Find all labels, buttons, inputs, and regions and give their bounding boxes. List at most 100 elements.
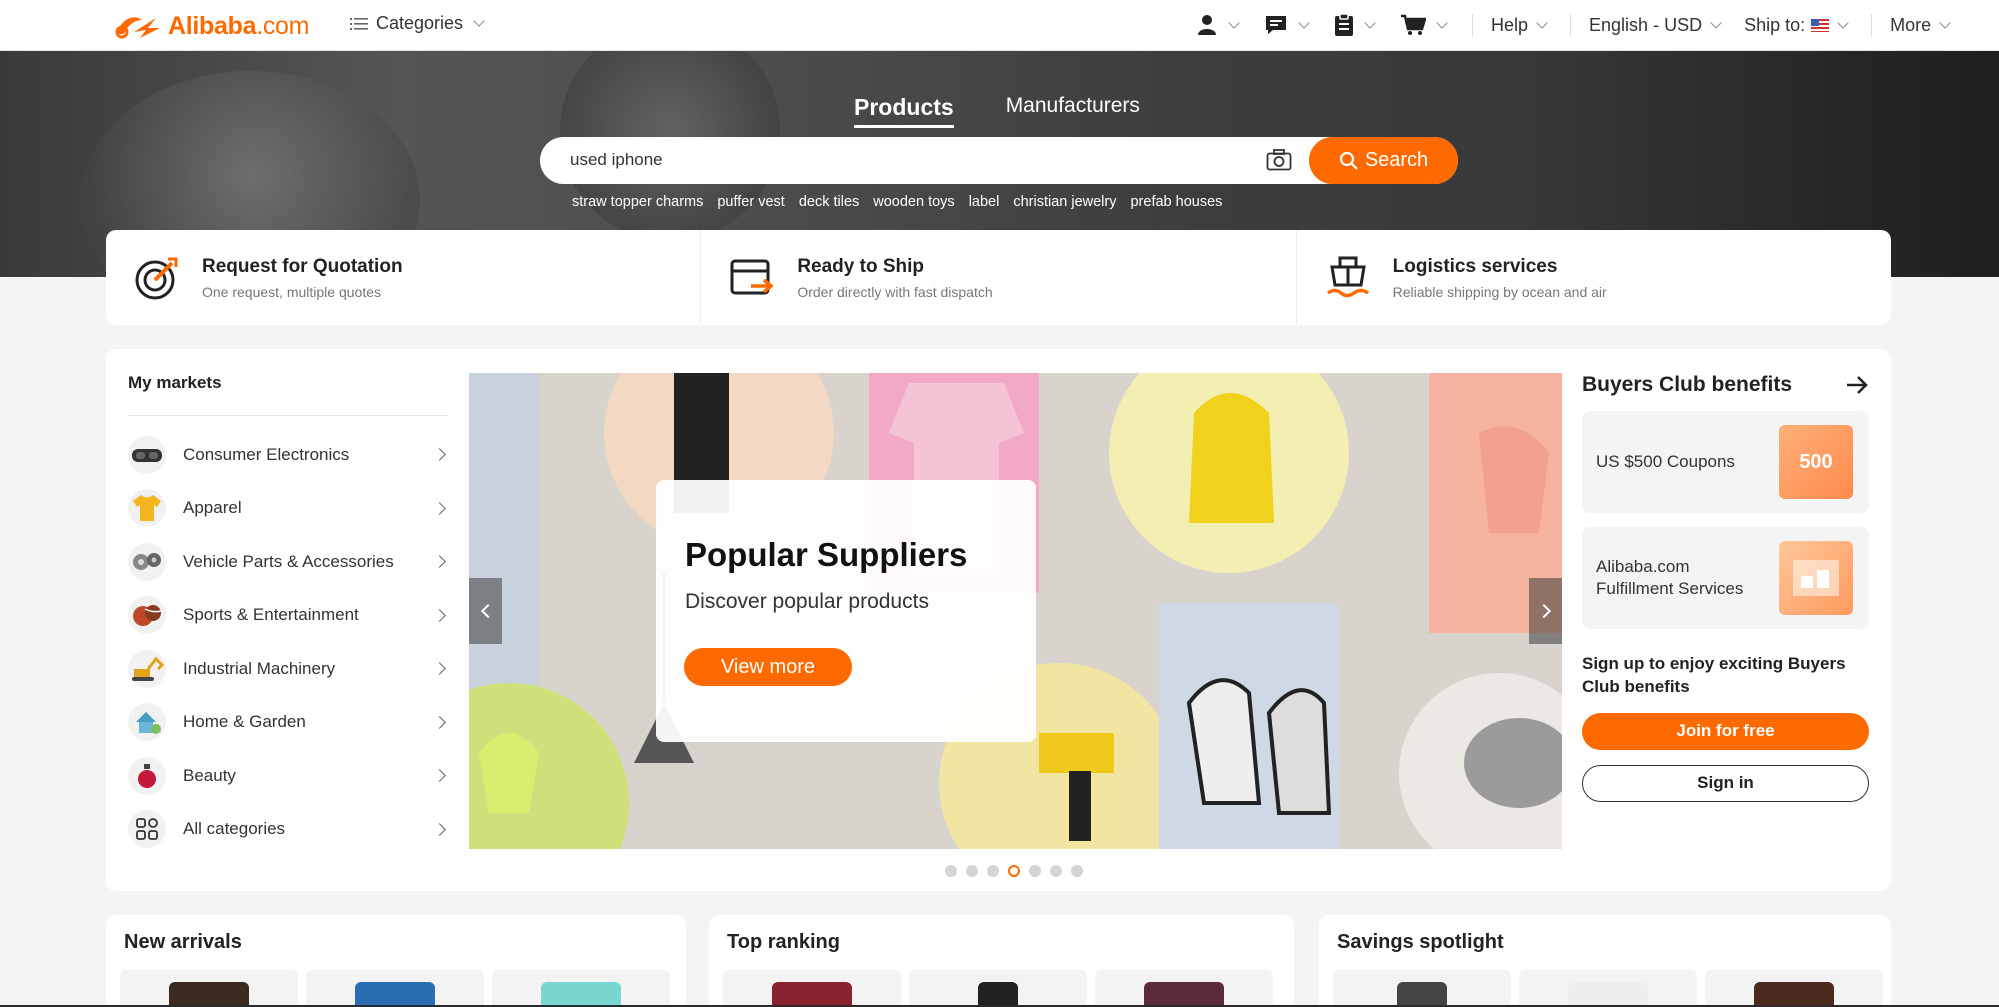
carousel-dot[interactable]: [966, 865, 978, 877]
search-tabs: Products Manufacturers: [854, 94, 1140, 128]
suggestion-link[interactable]: wooden toys: [873, 194, 954, 210]
language-label: English - USD: [1589, 14, 1703, 35]
service-ready-to-ship[interactable]: Ready to Ship Order directly with fast d…: [701, 230, 1297, 325]
carousel-next-button[interactable]: [1529, 578, 1562, 644]
suggestion-link[interactable]: straw topper charms: [572, 194, 703, 210]
message-icon: [1266, 16, 1286, 34]
services-bar: Request for Quotation One request, multi…: [106, 230, 1891, 325]
product-thumbnail[interactable]: [1095, 970, 1273, 1005]
carousel-dot[interactable]: [1050, 865, 1062, 877]
product-thumbnail[interactable]: [120, 970, 298, 1005]
product-thumbnail[interactable]: [909, 970, 1087, 1005]
categories-label: Categories: [376, 13, 464, 33]
service-logistics[interactable]: Logistics services Reliable shipping by …: [1297, 230, 1891, 325]
carousel-dot[interactable]: [1029, 865, 1041, 877]
market-item-apparel[interactable]: Apparel: [128, 482, 448, 536]
alibaba-logo-icon: [115, 17, 160, 39]
grid-icon: [128, 810, 166, 849]
savings-spotlight-section[interactable]: Savings spotlight: [1319, 915, 1891, 1005]
carousel-dot[interactable]: [945, 865, 957, 877]
logo-text: Alibaba.com: [168, 12, 309, 41]
chevron-left-icon: [480, 603, 495, 619]
market-item-all-categories[interactable]: All categories: [128, 803, 448, 857]
product-thumbnail[interactable]: [723, 970, 901, 1005]
coupon-image: 500: [1779, 425, 1853, 499]
buyers-club-header[interactable]: Buyers Club benefits: [1582, 373, 1869, 397]
help-menu[interactable]: Help: [1491, 15, 1548, 36]
market-label: Sports & Entertainment: [183, 605, 359, 625]
market-item-sports-entertainment[interactable]: Sports & Entertainment: [128, 589, 448, 643]
orders-menu[interactable]: [1334, 13, 1376, 37]
product-thumbnail[interactable]: [306, 970, 484, 1005]
carousel-dot[interactable]: [1071, 865, 1083, 877]
top-ranking-section[interactable]: Top ranking: [709, 915, 1294, 1005]
sign-in-button[interactable]: Sign in: [1582, 764, 1869, 802]
fulfillment-card[interactable]: Alibaba.com Fulfillment Services: [1582, 527, 1869, 629]
suggestion-link[interactable]: prefab houses: [1130, 194, 1222, 210]
tab-manufacturers[interactable]: Manufacturers: [1006, 94, 1140, 128]
join-for-free-button[interactable]: Join for free: [1582, 712, 1869, 750]
camera-search-icon[interactable]: [1266, 149, 1292, 171]
coupon-card[interactable]: US $500 Coupons 500: [1582, 411, 1869, 513]
view-more-button[interactable]: View more: [684, 648, 852, 686]
cart-icon: [1401, 14, 1426, 35]
ship-to-menu[interactable]: Ship to:: [1744, 14, 1849, 36]
tab-products[interactable]: Products: [854, 94, 954, 128]
carousel-prev-button[interactable]: [469, 578, 502, 644]
product-thumbnails: [723, 970, 1273, 1005]
search-bar: Search: [540, 137, 1458, 184]
new-arrivals-section[interactable]: New arrivals: [106, 915, 686, 1005]
tshirt-icon: [128, 489, 166, 528]
product-thumbnail[interactable]: [492, 970, 670, 1005]
carousel-dot[interactable]: [987, 865, 999, 877]
chevron-right-icon: [433, 608, 446, 622]
categories-menu[interactable]: Categories: [350, 13, 485, 34]
target-icon: [135, 257, 178, 299]
service-subtitle: One request, multiple quotes: [202, 283, 381, 300]
market-item-home-garden[interactable]: Home & Garden: [128, 696, 448, 750]
user-icon: [1198, 15, 1216, 35]
top-bar: Alibaba.com Categories Help English - US…: [0, 0, 1999, 51]
market-item-beauty[interactable]: Beauty: [128, 749, 448, 803]
search-button[interactable]: Search: [1309, 137, 1458, 184]
coupon-label: US $500 Coupons: [1596, 452, 1735, 471]
messages-menu[interactable]: [1264, 14, 1310, 36]
product-thumbnail[interactable]: [1333, 970, 1511, 1005]
suggestion-link[interactable]: christian jewelry: [1013, 194, 1116, 210]
search-suggestions: straw topper charms puffer vest deck til…: [572, 194, 1222, 210]
warehouse-image: [1779, 541, 1853, 615]
carousel-dot-active[interactable]: [1008, 865, 1020, 877]
account-menu[interactable]: [1196, 14, 1240, 36]
market-item-consumer-electronics[interactable]: Consumer Electronics: [128, 428, 448, 482]
market-item-industrial-machinery[interactable]: Industrial Machinery: [128, 642, 448, 696]
service-title: Ready to Ship: [797, 255, 925, 277]
ship-box-icon: [730, 259, 775, 294]
chevron-down-icon: [1364, 16, 1376, 29]
promo-carousel[interactable]: Popular Suppliers Discover popular produ…: [469, 373, 1562, 849]
product-thumbnails: [120, 970, 670, 1005]
alibaba-logo[interactable]: Alibaba.com: [112, 10, 309, 42]
buyers-club-title: Buyers Club benefits: [1582, 373, 1793, 396]
service-request-for-quotation[interactable]: Request for Quotation One request, multi…: [106, 230, 702, 325]
car-parts-icon: [128, 542, 166, 581]
chevron-right-icon: [433, 555, 446, 568]
cart-menu[interactable]: [1400, 14, 1448, 36]
main-panel: My markets Consumer Electronics Apparel …: [106, 349, 1891, 891]
chevron-down-icon: [1228, 16, 1240, 29]
language-currency-menu[interactable]: English - USD: [1589, 14, 1722, 36]
more-menu[interactable]: More: [1890, 15, 1951, 36]
product-thumbnail[interactable]: [1705, 970, 1883, 1005]
chevron-down-icon: [1298, 16, 1310, 29]
suggestion-link[interactable]: label: [969, 194, 1000, 210]
market-label: Vehicle Parts & Accessories: [183, 551, 394, 571]
market-item-vehicle-parts[interactable]: Vehicle Parts & Accessories: [128, 535, 448, 589]
product-thumbnail[interactable]: [1519, 970, 1697, 1005]
market-label: Beauty: [183, 765, 236, 785]
chevron-down-icon: [1837, 16, 1849, 29]
search-input[interactable]: [570, 145, 1250, 175]
suggestion-link[interactable]: deck tiles: [799, 194, 859, 210]
service-text: Ready to Ship Order directly with fast d…: [797, 256, 992, 300]
suggestion-link[interactable]: puffer vest: [717, 194, 784, 210]
search-button-label: Search: [1364, 149, 1429, 171]
ship-to-label: Ship to:: [1744, 14, 1806, 35]
